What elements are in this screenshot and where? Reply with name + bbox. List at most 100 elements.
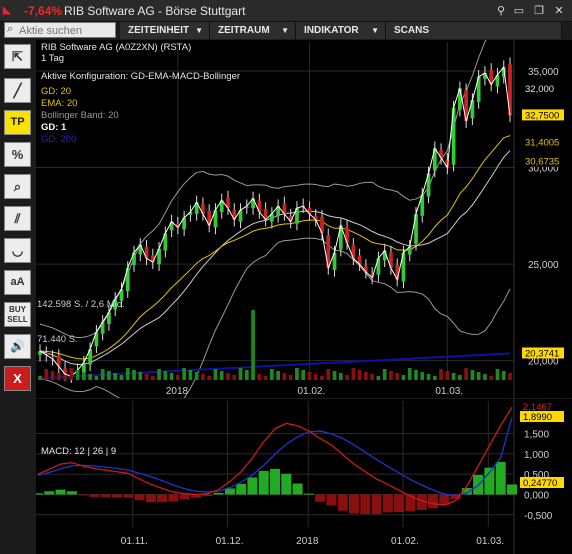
sound-icon[interactable]: 🔊 [4, 334, 31, 359]
cursor-tool-icon[interactable]: ⇱ [4, 44, 31, 69]
volume-bar [176, 375, 180, 380]
maximize-icon[interactable]: ❐ [532, 4, 546, 18]
text-size-tool-icon[interactable]: aA [4, 270, 31, 295]
histogram-bar [236, 483, 247, 495]
histogram-bar [66, 491, 77, 495]
x-tick-label: 01.03. [476, 536, 504, 547]
volume-bar [501, 371, 506, 380]
macd-chart-panel[interactable]: -0,500 0,000 0,500 1,000 1,500 01.11. 01.12. 20… [32, 399, 572, 554]
volume-bar [188, 370, 193, 380]
search-input[interactable] [19, 24, 113, 37]
y-tick-label: -0,500 [524, 511, 553, 522]
signal-value-tag-label: 1,8990 [523, 412, 552, 423]
minimize-icon[interactable]: ▭ [512, 4, 526, 18]
histogram-bar [44, 491, 55, 495]
menu-indikator[interactable]: INDIKATOR ▼ [296, 22, 386, 39]
volume-bar [288, 375, 293, 380]
volume-bar [370, 374, 374, 380]
x-tick-label: 2018 [296, 536, 319, 547]
histogram-bar [360, 494, 371, 514]
legend-gd1: GD: 1 [41, 122, 67, 133]
gd200-price-tag-label: 20,3741 [525, 348, 559, 359]
menu-zeiteinheit[interactable]: ZEITEINHEIT ▼ [120, 22, 210, 39]
tp-tool-button[interactable]: TP [4, 110, 31, 135]
histogram-bar [145, 494, 156, 503]
menu-zeitraum[interactable]: ZEITRAUM ▼ [210, 22, 296, 39]
arc-tool-icon[interactable]: ◡ [4, 238, 31, 263]
histogram-bar [32, 493, 44, 495]
close-chart-button[interactable]: X [4, 366, 31, 391]
volume-bar [483, 374, 487, 380]
volume-bar [94, 376, 99, 380]
volume-bar [307, 372, 312, 380]
histogram-bar [100, 494, 111, 498]
x-tick-label: 01.03. [435, 386, 463, 397]
volume-bar [138, 372, 143, 380]
x-tick-label: 01.11. [121, 536, 148, 547]
histogram-bar [179, 494, 190, 500]
volume-bar [44, 369, 49, 380]
title-bar: ◣ -7,64% RIB Software AG - Börse Stuttga… [0, 0, 572, 22]
histogram-bar [89, 494, 100, 497]
percent-tool-icon[interactable]: % [4, 142, 31, 167]
histogram-bar [202, 494, 213, 497]
volume-bar [244, 370, 249, 380]
close-icon[interactable]: ✕ [552, 4, 566, 18]
volume-bar [107, 371, 111, 380]
volume-bar [144, 374, 149, 380]
buy-sell-button[interactable]: BUY SELL [4, 302, 31, 327]
volume-bar [207, 376, 212, 380]
histogram-bar [111, 494, 123, 498]
volume-bar [326, 369, 331, 380]
search-icon: ⌕ [7, 23, 14, 35]
x-tick-label: 01.02. [297, 386, 325, 397]
menu-zeiteinheit-label: ZEITEINHEIT [128, 25, 190, 36]
volume-bar [313, 374, 318, 380]
zoom-tool-icon[interactable]: ⌕ [4, 174, 31, 199]
volume-bar [232, 375, 237, 380]
legend-gd200: GD: 200 [41, 134, 77, 145]
y-tick-label: 25,000 [528, 260, 559, 271]
volume-bar [75, 370, 80, 380]
histogram-value-tag-label: 0,24770 [523, 478, 557, 489]
histogram-bar [123, 494, 134, 498]
y-tick-label: 0,000 [524, 490, 549, 501]
histogram-bar [78, 494, 89, 496]
search-window-icon[interactable]: ⚲ [494, 4, 508, 18]
histogram-bar [303, 493, 314, 495]
volume-bar [495, 369, 500, 380]
volume-bar [194, 372, 199, 380]
volume-bar [263, 376, 268, 380]
volume-bar [376, 376, 381, 380]
price-chart[interactable]: 20,00025,00030,00035,0002018 01.02. 01.03.… [36, 11, 572, 414]
volume-bar [238, 368, 243, 380]
volume-bar [351, 368, 356, 380]
volume-bar [345, 375, 349, 380]
volume-bar [82, 372, 86, 380]
volume-bar [63, 375, 67, 380]
volume-bar [364, 372, 368, 380]
gd20-line [39, 150, 511, 366]
volume-bar [56, 373, 61, 380]
volume-bar [38, 376, 42, 380]
macd-chart[interactable]: -0,5000,0000,5001,0001,50001.11. 01.12. 20… [32, 399, 572, 554]
histogram-bar [315, 494, 326, 502]
volume-bar [163, 371, 168, 380]
volume-bar [201, 374, 205, 380]
high-price-label: 32,000 [525, 84, 554, 95]
line-tool-icon[interactable]: ╱ [4, 78, 31, 103]
histogram-bar [326, 494, 337, 506]
histogram-bar [371, 494, 382, 514]
chevron-down-icon: ▼ [281, 26, 289, 35]
price-chart-panel[interactable]: 20,000 25,000 30,000 35,000 2018 01.02. 01.03.… [36, 11, 572, 414]
histogram-bar [281, 473, 292, 495]
menu-scans[interactable]: SCANS [386, 22, 562, 39]
gd20-price-tag-label: 30,6735 [525, 157, 559, 168]
volume-bar [489, 376, 494, 380]
chevron-down-icon: ▼ [371, 26, 379, 35]
volume-bar [125, 368, 130, 380]
volume-bar [113, 373, 118, 380]
volume-bar [414, 370, 418, 380]
volume-bar [69, 368, 74, 380]
parallel-lines-tool-icon[interactable]: ⫽ [4, 206, 31, 231]
